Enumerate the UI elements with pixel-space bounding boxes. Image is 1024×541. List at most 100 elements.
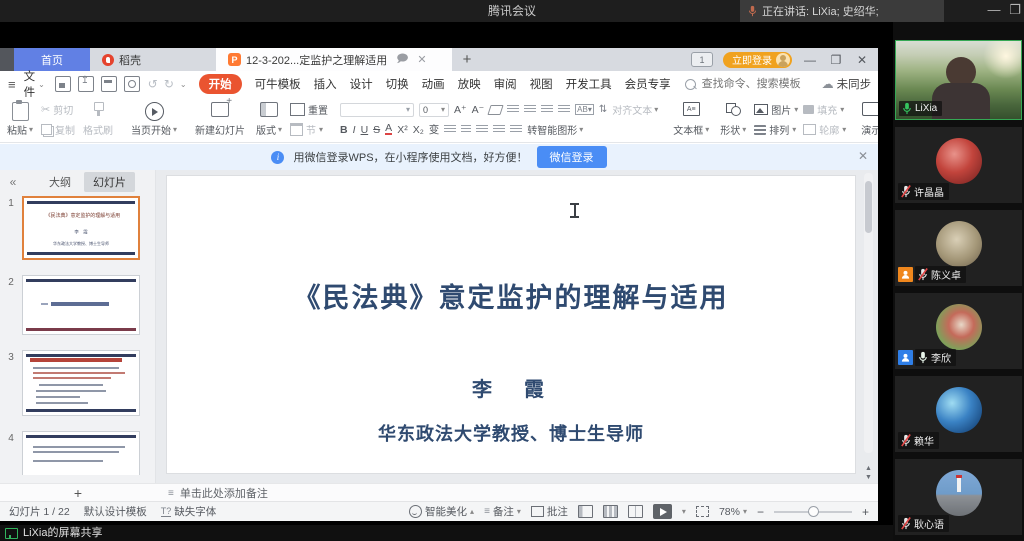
thumb-canvas[interactable] bbox=[22, 275, 140, 335]
arrange-button[interactable]: 排列 ▾ bbox=[754, 122, 798, 137]
template-name[interactable]: 默认设计模板 bbox=[84, 504, 147, 519]
tab-review[interactable]: 审阅 bbox=[494, 76, 517, 92]
tab-slides[interactable]: 幻灯片 bbox=[84, 172, 135, 192]
comment-bubble-icon[interactable]: 🗩 bbox=[396, 50, 408, 69]
tab-member[interactable]: 会员专享 bbox=[625, 76, 671, 92]
wps-close-button[interactable]: ✕ bbox=[854, 53, 870, 67]
tab-keniu-template[interactable]: 可牛模板 bbox=[255, 76, 301, 92]
missing-font-warning[interactable]: T? 缺失字体 bbox=[160, 504, 216, 519]
print-preview-icon[interactable] bbox=[123, 76, 140, 92]
slide-thumbnail-2[interactable]: 2 bbox=[0, 275, 155, 335]
notes-toggle-button[interactable]: ≡ 备注 ▾ bbox=[484, 504, 521, 519]
thumb-canvas[interactable] bbox=[22, 350, 140, 416]
zoom-slider[interactable] bbox=[773, 505, 852, 517]
scrollbar-thumb[interactable] bbox=[865, 181, 872, 233]
previous-slide-button[interactable]: ▲ bbox=[862, 465, 875, 472]
text-direction-icon[interactable]: AB▾ bbox=[575, 104, 594, 115]
paste-button[interactable]: 粘贴 ▾ bbox=[4, 100, 36, 139]
font-family-select[interactable]: ▾ bbox=[340, 102, 415, 117]
text-box-button[interactable]: A≡ 文本框 ▾ bbox=[670, 100, 712, 139]
cut-button[interactable]: ✂ 剪切 bbox=[41, 102, 75, 117]
participant-tile-chenyizhuo[interactable]: 陈义卓 bbox=[895, 210, 1022, 286]
tab-document[interactable]: P 12-3-202...定监护之理解适用 🗩 ✕ bbox=[216, 48, 452, 71]
login-button[interactable]: 立即登录 bbox=[723, 51, 792, 68]
collapse-panel-button[interactable]: « bbox=[0, 175, 26, 189]
decrease-font-icon[interactable]: A⁻ bbox=[472, 104, 485, 116]
zoom-in-button[interactable]: + bbox=[862, 505, 869, 519]
tab-view[interactable]: 视图 bbox=[530, 76, 553, 92]
tab-design[interactable]: 设计 bbox=[350, 76, 373, 92]
play-options-icon[interactable]: ▾ bbox=[682, 507, 686, 516]
clear-format-icon[interactable] bbox=[487, 104, 504, 115]
copy-button[interactable]: 复制 bbox=[41, 122, 75, 137]
slide-thumbnail-4[interactable]: 4 bbox=[0, 431, 155, 475]
search-input[interactable] bbox=[699, 77, 814, 91]
zoom-out-button[interactable]: − bbox=[757, 505, 764, 519]
font-color-button[interactable]: A bbox=[385, 123, 393, 135]
present-button[interactable]: 演示 bbox=[858, 100, 878, 139]
tab-outline[interactable]: 大纲 bbox=[40, 172, 80, 192]
font-size-select[interactable]: 0 ▾ bbox=[419, 102, 450, 117]
comments-button[interactable]: 批注 bbox=[530, 504, 568, 519]
underline-button[interactable]: U bbox=[361, 124, 369, 136]
participant-tile-lixin[interactable]: 李欣 bbox=[895, 293, 1022, 369]
undo-icon[interactable]: ↺ bbox=[148, 77, 158, 91]
save-icon[interactable] bbox=[54, 76, 71, 92]
hamburger-icon[interactable]: ≡ bbox=[8, 77, 16, 92]
superscript-button[interactable]: X² bbox=[397, 124, 408, 136]
participant-tile-xujingjing[interactable]: 许晶晶 bbox=[895, 127, 1022, 203]
increase-font-icon[interactable]: A⁺ bbox=[454, 104, 467, 116]
new-slide-button[interactable]: 新建幻灯片 bbox=[192, 97, 248, 139]
to-smart-graphic-button[interactable]: 转智能图形 ▾ bbox=[527, 122, 583, 137]
align-center-icon[interactable] bbox=[461, 125, 472, 134]
increase-indent-icon[interactable] bbox=[558, 105, 571, 114]
smart-beautify-button[interactable]: 智能美化 ▴ bbox=[409, 504, 474, 519]
align-left-icon[interactable] bbox=[444, 125, 457, 134]
zoom-slider-knob[interactable] bbox=[808, 505, 820, 517]
tab-docer[interactable]: 稻壳 bbox=[90, 48, 182, 71]
participant-tile-lixia[interactable]: LiXia bbox=[895, 40, 1022, 120]
add-slide-button[interactable]: + bbox=[0, 485, 156, 501]
bold-button[interactable]: B bbox=[340, 124, 348, 136]
line-spacing-icon[interactable]: ⇅ bbox=[599, 104, 607, 115]
tab-start[interactable]: 开始 bbox=[198, 74, 242, 94]
print-icon[interactable] bbox=[100, 76, 117, 92]
tab-slideshow[interactable]: 放映 bbox=[458, 76, 481, 92]
section-button[interactable]: 节 ▾ bbox=[290, 122, 328, 137]
outline-button[interactable]: 轮廓 ▾ bbox=[803, 122, 846, 137]
format-painter-button[interactable]: 格式刷 bbox=[80, 100, 116, 139]
tab-animation[interactable]: 动画 bbox=[422, 76, 445, 92]
decrease-indent-icon[interactable] bbox=[541, 105, 554, 114]
strikethrough-button[interactable]: S bbox=[373, 124, 380, 136]
slide-sorter-view-icon[interactable] bbox=[602, 505, 618, 518]
italic-button[interactable]: I bbox=[353, 124, 356, 136]
align-right-icon[interactable] bbox=[476, 125, 489, 134]
wps-restore-button[interactable]: ❐ bbox=[828, 53, 844, 67]
new-tab-button[interactable]: + bbox=[452, 48, 482, 71]
tab-transition[interactable]: 切换 bbox=[386, 76, 409, 92]
redo-icon[interactable]: ↻ bbox=[164, 77, 174, 91]
export-icon[interactable] bbox=[77, 75, 94, 92]
participant-tile-laihua[interactable]: 赖华 bbox=[895, 376, 1022, 452]
slide-thumbnail-3[interactable]: 3 bbox=[0, 350, 155, 416]
paragraph-spacing-icon[interactable] bbox=[510, 125, 523, 134]
tab-devtools[interactable]: 开发工具 bbox=[566, 76, 612, 92]
justify-icon[interactable] bbox=[493, 125, 506, 134]
normal-view-icon[interactable] bbox=[577, 505, 593, 518]
sync-status[interactable]: ☁ 未同步 bbox=[822, 76, 872, 92]
banner-close-icon[interactable]: ✕ bbox=[858, 149, 868, 163]
tab-close-icon[interactable]: ✕ bbox=[417, 53, 426, 66]
vertical-scrollbar[interactable] bbox=[864, 173, 873, 453]
wps-minimize-button[interactable]: — bbox=[802, 53, 818, 67]
zoom-level[interactable]: 78% ▾ bbox=[719, 506, 747, 518]
fit-slide-icon[interactable] bbox=[695, 506, 709, 517]
slide-thumbnail-1[interactable]: 1 《民法典》意定监护的理解与适用 李 霞 华东政法大学教授、博士生导师 bbox=[0, 196, 155, 260]
meeting-minimize-button[interactable]: — bbox=[984, 0, 1004, 22]
reset-button[interactable]: 重置 bbox=[290, 102, 328, 117]
slide-canvas[interactable]: 《民法典》意定监护的理解与适用 李 霞 华东政法大学教授、博士生导师 bbox=[166, 175, 856, 474]
thumb-canvas[interactable] bbox=[22, 431, 140, 475]
play-from-current-button[interactable]: 当页开始 ▾ bbox=[128, 100, 180, 139]
shape-button[interactable]: 形状 ▾ bbox=[717, 100, 749, 139]
picture-button[interactable]: 图片 ▾ bbox=[754, 102, 798, 117]
text-effect-button[interactable]: 变 bbox=[429, 122, 440, 137]
